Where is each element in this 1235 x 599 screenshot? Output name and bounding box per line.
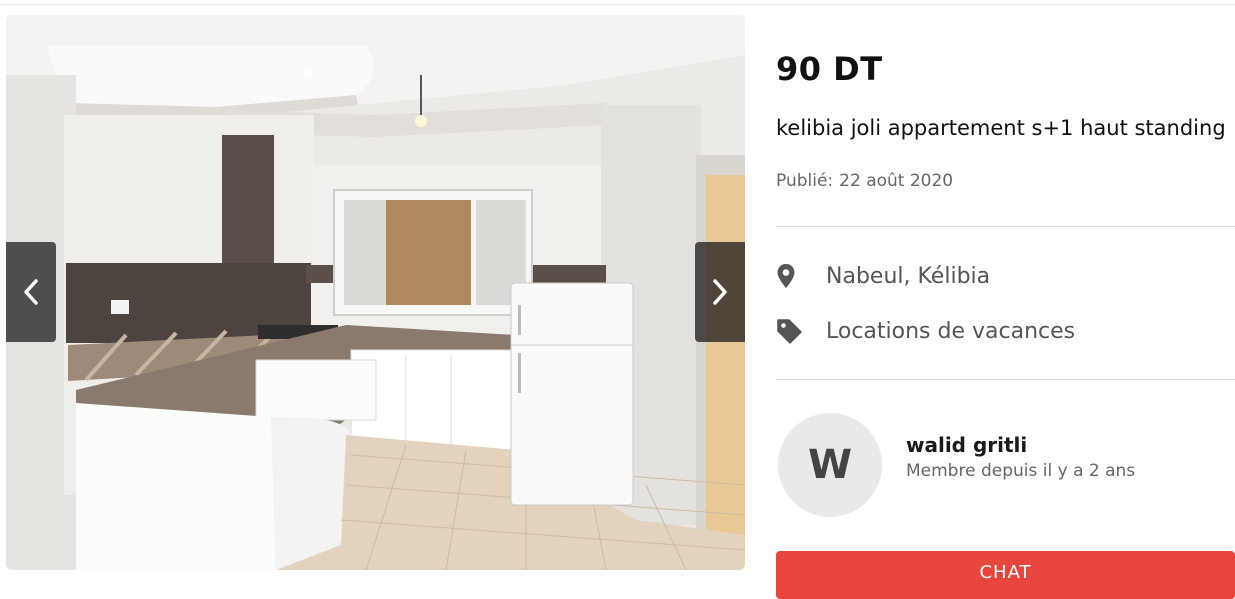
tag-icon [776,316,806,346]
location-row[interactable]: Nabeul, Kélibia [776,260,990,292]
chevron-right-icon [713,279,727,305]
chevron-left-icon [24,279,38,305]
top-divider [0,4,1235,5]
photo-gallery[interactable] [6,15,745,570]
published-label: Publié: [776,171,834,191]
section-divider [776,379,1235,380]
category-text: Locations de vacances [826,318,1076,344]
seller-avatar[interactable]: W [778,413,882,517]
listing-title: kelibia joli appartement s+1 haut standi… [776,116,1226,140]
previous-photo-button[interactable] [6,242,56,342]
category-row[interactable]: Locations de vacances [776,315,1075,347]
next-photo-button[interactable] [695,242,745,342]
listing-photo [6,15,745,570]
published-date-value: 22 août 2020 [839,171,954,191]
seller-member-since: Membre depuis il y a 2 ans [906,461,1136,481]
listing-price: 90 DT [776,50,883,88]
location-text: Nabeul, Kélibia [826,263,991,289]
published-date: Publié: 22 août 2020 [776,171,953,191]
section-divider [776,226,1235,227]
location-pin-icon [776,261,806,291]
chat-button[interactable]: CHAT [776,551,1235,599]
seller-name[interactable]: walid gritli [906,433,1027,457]
